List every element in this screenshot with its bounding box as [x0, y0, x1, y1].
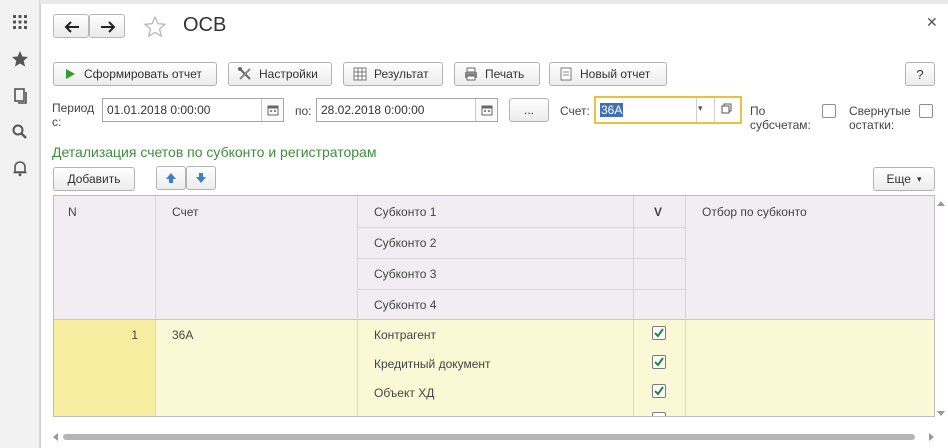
- horizontal-scrollbar[interactable]: [53, 430, 935, 444]
- arrow-down-icon: [196, 173, 206, 183]
- printer-icon: [463, 66, 479, 82]
- notifications-bell-icon[interactable]: [10, 158, 30, 178]
- subconto1-checkbox[interactable]: [652, 326, 666, 340]
- header-n[interactable]: N: [68, 196, 77, 227]
- subconto3-checkbox[interactable]: [652, 384, 666, 398]
- checkmark-icon: [654, 386, 664, 396]
- forward-button[interactable]: [89, 14, 125, 38]
- document-icon: [558, 66, 574, 82]
- scroll-left-icon[interactable]: [53, 433, 58, 441]
- period-from-field[interactable]: 01.01.2018 0:00:00: [102, 98, 284, 122]
- history-documents-icon[interactable]: [10, 86, 30, 106]
- more-button[interactable]: Еще ▾: [873, 167, 935, 191]
- period-to-field[interactable]: 28.02.2018 0:00:00: [316, 98, 498, 122]
- collapsed-balances-label: Свернутые остатки:: [849, 104, 911, 132]
- row-account[interactable]: 36А: [172, 320, 193, 349]
- subconto4-checkbox[interactable]: [652, 412, 666, 416]
- scroll-up-icon[interactable]: [937, 201, 945, 206]
- collapsed-balances-checkbox[interactable]: [919, 104, 933, 118]
- field-divider: [714, 98, 715, 122]
- arrow-left-icon: [64, 21, 79, 33]
- section-title: Детализация счетов по субконто и регистр…: [52, 144, 377, 160]
- move-up-button[interactable]: [156, 166, 186, 190]
- system-sidebar: [0, 0, 40, 448]
- play-icon: [62, 66, 78, 82]
- header-account[interactable]: Счет: [172, 196, 199, 227]
- by-subaccounts-label: По субсчетам:: [750, 104, 811, 132]
- header-subconto3[interactable]: Субконто 3: [374, 258, 436, 289]
- favorite-star-icon[interactable]: [143, 15, 167, 42]
- row-number: 1: [131, 327, 138, 342]
- field-divider: [696, 98, 697, 122]
- back-button[interactable]: [53, 14, 89, 38]
- calendar-icon[interactable]: [261, 99, 283, 121]
- chevron-down-icon: ▾: [916, 173, 922, 184]
- window-title: ОСВ: [183, 14, 227, 36]
- search-icon[interactable]: [10, 122, 30, 142]
- horizontal-scroll-thumb[interactable]: [63, 434, 915, 440]
- tools-icon: [237, 66, 253, 82]
- arrow-right-icon: [101, 21, 116, 33]
- checkmark-icon: [654, 328, 664, 338]
- dropdown-arrow-icon[interactable]: ▾: [698, 103, 703, 114]
- checkmark-icon: [654, 357, 664, 367]
- scroll-right-icon[interactable]: [929, 433, 934, 441]
- header-subconto2[interactable]: Субконто 2: [374, 227, 436, 258]
- subconto2-checkbox[interactable]: [652, 355, 666, 369]
- apps-grid-icon[interactable]: [10, 12, 30, 32]
- account-label: Счет:: [560, 104, 590, 118]
- period-label: Период с:: [52, 101, 95, 129]
- period-select-button[interactable]: ...: [509, 98, 549, 122]
- by-subaccounts-checkbox[interactable]: [822, 104, 836, 118]
- header-filter[interactable]: Отбор по субконто: [702, 196, 807, 227]
- row-subconto2[interactable]: Кредитный документ: [374, 349, 491, 378]
- favorites-star-icon[interactable]: [10, 49, 30, 69]
- col-divider: [685, 196, 686, 416]
- open-form-icon[interactable]: [721, 103, 732, 117]
- result-button[interactable]: Результат: [343, 62, 443, 86]
- header-subconto4[interactable]: Субконто 4: [374, 289, 436, 320]
- calendar-icon[interactable]: [475, 99, 497, 121]
- new-report-button[interactable]: Новый отчет: [549, 62, 667, 86]
- table-icon: [352, 66, 368, 82]
- col-divider: [155, 196, 156, 416]
- scroll-down-icon[interactable]: [937, 411, 945, 416]
- account-field[interactable]: 36А ▾: [594, 96, 742, 124]
- row-subconto1[interactable]: Контрагент: [374, 320, 436, 349]
- period-to-label: по:: [295, 104, 312, 118]
- move-down-button[interactable]: [186, 166, 216, 190]
- col-divider: [357, 196, 358, 416]
- print-button[interactable]: Печать: [454, 62, 540, 86]
- header-subconto1[interactable]: Субконто 1: [374, 196, 436, 227]
- col-divider: [633, 196, 634, 416]
- subconto-table: N Счет Субконто 1 Субконто 2 Субконто 3 …: [53, 195, 935, 417]
- arrow-up-icon: [166, 173, 176, 183]
- settings-button[interactable]: Настройки: [228, 62, 332, 86]
- generate-report-button[interactable]: Сформировать отчет: [53, 62, 217, 86]
- help-button[interactable]: ?: [905, 62, 935, 86]
- close-icon[interactable]: ✕: [926, 14, 938, 31]
- header-v[interactable]: V: [654, 196, 662, 227]
- row-subconto3[interactable]: Объект ХД: [374, 378, 434, 407]
- vertical-scrollbar[interactable]: [937, 195, 946, 425]
- add-button[interactable]: Добавить: [53, 167, 135, 191]
